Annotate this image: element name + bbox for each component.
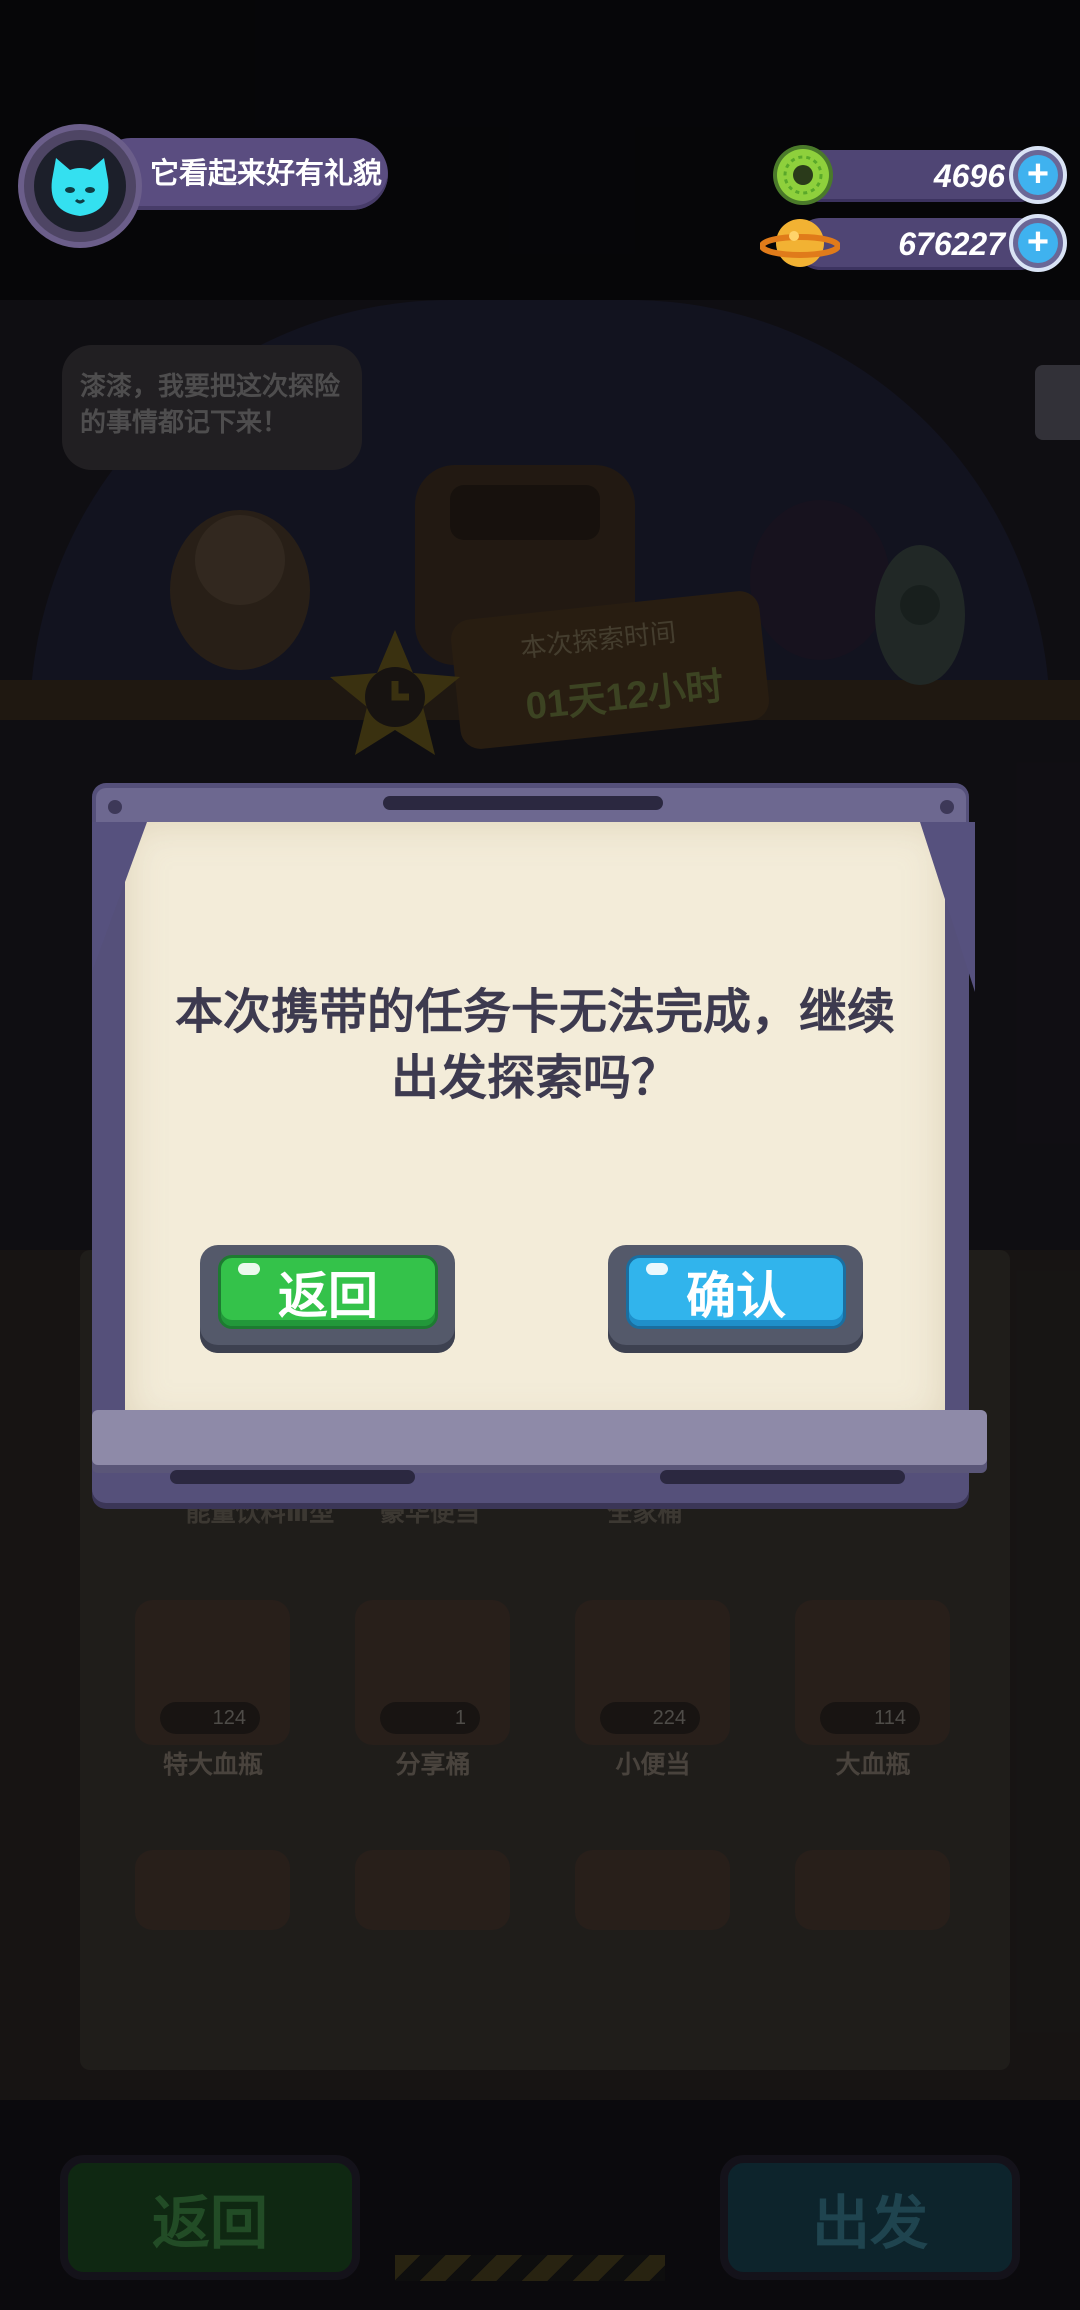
add-gems-button[interactable]: + [1009, 146, 1067, 204]
button-shine [646, 1263, 668, 1275]
dialog-top-slot [383, 796, 663, 810]
planet-coin-icon [760, 219, 840, 267]
add-coins-button[interactable]: + [1009, 214, 1067, 272]
cat-face-icon [51, 158, 109, 216]
dialog-bottom-slot [660, 1470, 905, 1484]
button-shine [238, 1263, 260, 1275]
rivet [108, 800, 122, 814]
plus-icon: + [1018, 223, 1058, 263]
dialog-bottom-bar [92, 1410, 987, 1465]
green-donut-gem-icon [773, 145, 833, 205]
pet-status-text: 它看起来好有礼貌 [150, 158, 383, 190]
dialog-message: 本次携带的任务卡无法完成，继续出发探索吗？ [174, 986, 895, 1105]
rivet [940, 800, 954, 814]
dialog-bottom-slot [170, 1470, 415, 1484]
plus-icon: + [1018, 155, 1058, 195]
